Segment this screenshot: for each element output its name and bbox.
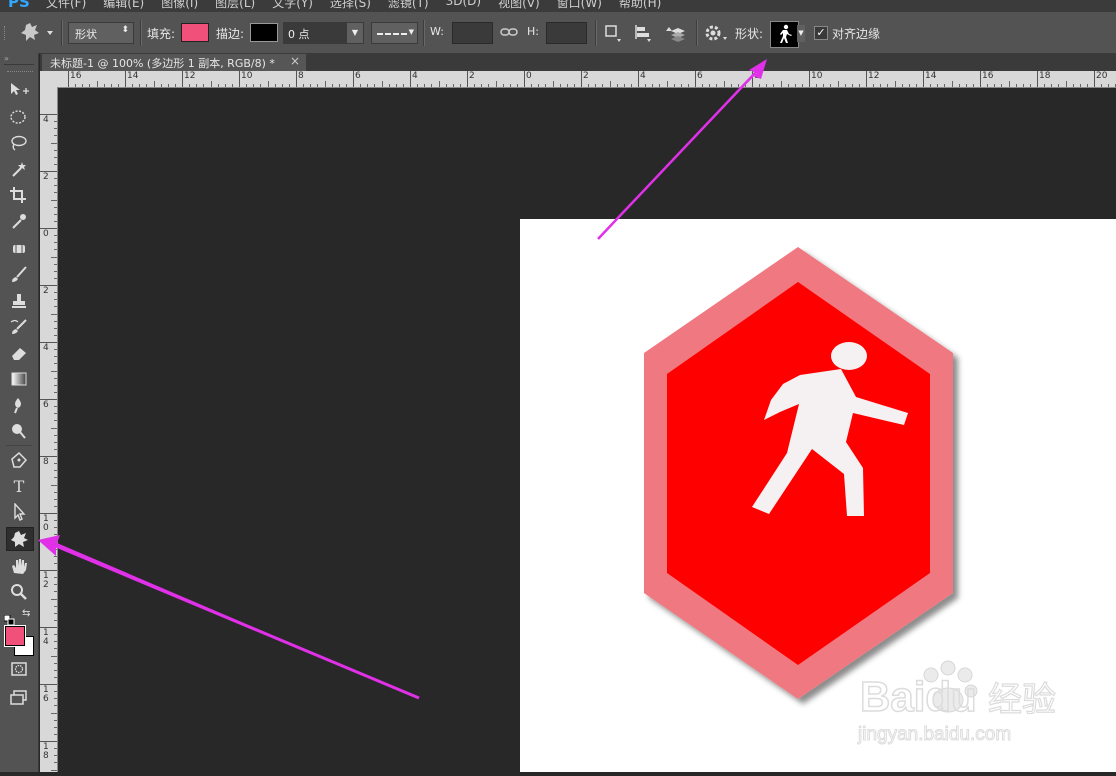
annotation-arrows [38,59,767,700]
arrow-line-left [55,544,420,700]
arrow-line-top [597,71,757,240]
